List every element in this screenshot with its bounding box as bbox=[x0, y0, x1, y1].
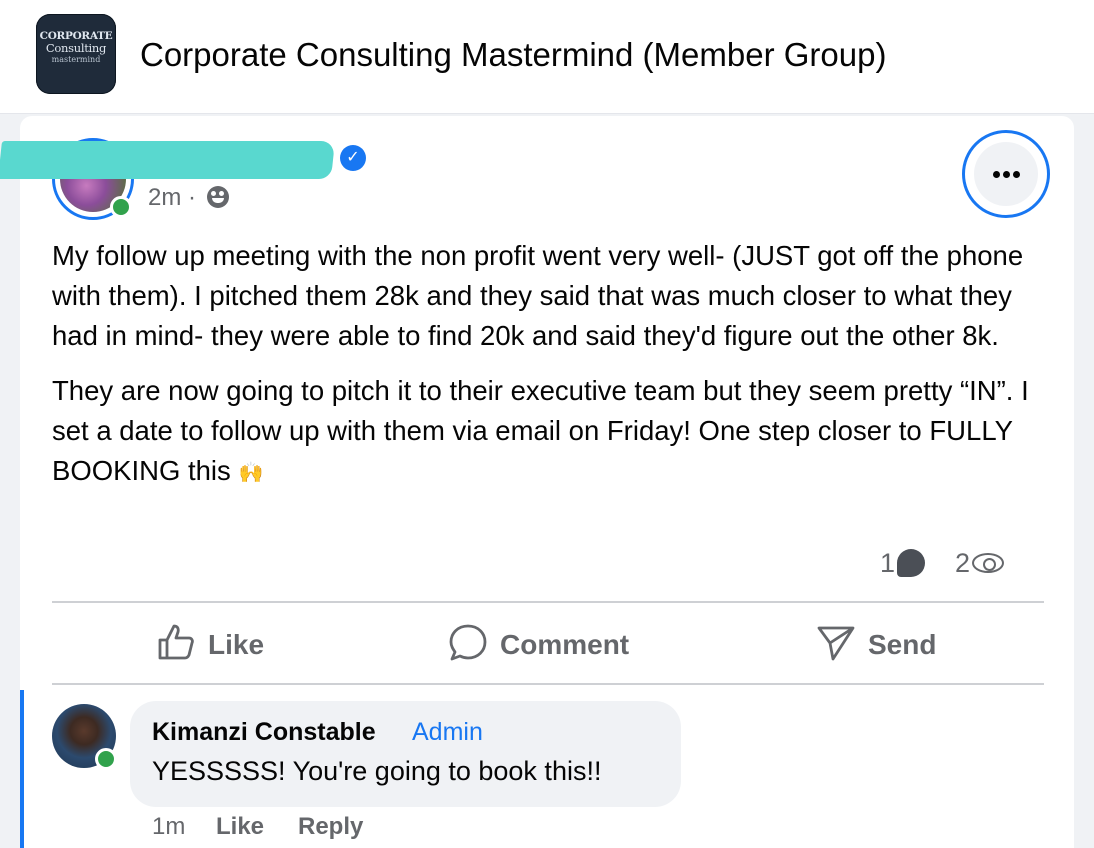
admin-badge: Admin bbox=[412, 718, 483, 746]
verified-badge-icon: ✓ bbox=[340, 145, 366, 171]
redacted-author-name bbox=[0, 141, 335, 179]
comment-thread-indicator bbox=[20, 690, 24, 848]
comment-button[interactable]: Comment bbox=[448, 622, 629, 666]
comment-label: Comment bbox=[500, 629, 630, 660]
like-label: Like bbox=[208, 629, 265, 660]
comment-bubble bbox=[130, 701, 681, 807]
comment-icon bbox=[449, 624, 487, 661]
send-icon bbox=[817, 626, 855, 661]
divider bbox=[52, 601, 1044, 603]
comment-timestamp[interactable]: 1m bbox=[152, 813, 185, 841]
online-status-dot bbox=[95, 748, 117, 770]
post-paragraph: They are now going to pitch it to their … bbox=[52, 371, 1052, 493]
send-button[interactable]: Send bbox=[816, 622, 936, 666]
group-audience-icon bbox=[206, 186, 229, 208]
comment-text: YESSSSS! You're going to book this!! bbox=[152, 756, 602, 786]
divider bbox=[52, 683, 1044, 685]
post-timestamp[interactable]: 2m bbox=[148, 184, 181, 211]
more-options-button[interactable] bbox=[962, 130, 1050, 218]
logo-line-3: mastermind bbox=[51, 55, 101, 64]
ellipsis-icon bbox=[974, 142, 1038, 206]
comment-count: 1 bbox=[880, 548, 896, 578]
group-header: CORPORATE Consulting mastermind Corporat… bbox=[0, 0, 1094, 114]
post-meta: 2m · bbox=[148, 184, 229, 212]
post-stats[interactable]: 12 bbox=[880, 548, 1005, 579]
post-paragraph-text: They are now going to pitch it to their … bbox=[52, 375, 1029, 486]
comment-like-button[interactable]: Like bbox=[216, 813, 264, 841]
post-body: My follow up meeting with the non profit… bbox=[52, 236, 1052, 508]
group-logo[interactable]: CORPORATE Consulting mastermind bbox=[36, 14, 116, 94]
send-label: Send bbox=[868, 629, 937, 660]
thumbs-up-icon bbox=[158, 624, 194, 660]
group-title[interactable]: Corporate Consulting Mastermind (Member … bbox=[140, 36, 886, 74]
online-status-dot bbox=[110, 196, 132, 218]
raising-hands-emoji-icon: 🙌 bbox=[238, 462, 264, 484]
logo-line-2: Consulting bbox=[45, 41, 107, 55]
comment-bubble-icon bbox=[897, 549, 926, 577]
eye-icon bbox=[972, 553, 1005, 573]
meta-separator: · bbox=[188, 184, 197, 211]
post-paragraph: My follow up meeting with the non profit… bbox=[52, 240, 1024, 351]
comment-reply-button[interactable]: Reply bbox=[298, 813, 363, 841]
comment-author-name[interactable]: Kimanzi Constable bbox=[152, 718, 376, 747]
like-button[interactable]: Like bbox=[156, 622, 264, 666]
view-count: 2 bbox=[955, 548, 971, 578]
